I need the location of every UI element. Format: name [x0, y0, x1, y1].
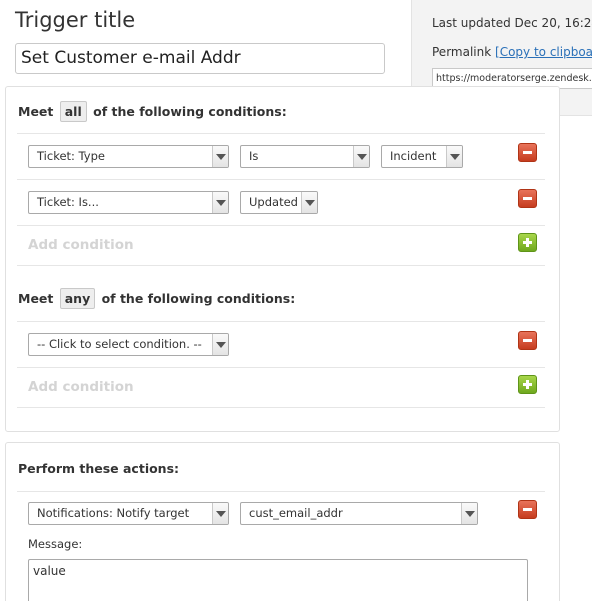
action-target-select[interactable]: cust_email_addr — [240, 502, 478, 525]
condition-operator-value: Is — [249, 149, 259, 163]
remove-condition-button[interactable] — [518, 189, 537, 208]
remove-condition-button[interactable] — [518, 331, 537, 350]
divider — [17, 133, 545, 134]
any-meet-text: Meet — [18, 291, 54, 306]
permalink-label: Permalink — [432, 45, 492, 59]
action-value: Notifications: Notify target — [37, 506, 190, 520]
all-qualifier-chip: all — [59, 101, 87, 122]
all-meet-text: Meet — [18, 104, 54, 119]
add-condition-label[interactable]: Add condition — [28, 237, 134, 253]
all-conditions-heading: Meet all of the following conditions: — [18, 101, 287, 122]
any-qualifier-chip: any — [59, 288, 96, 309]
chevron-down-icon — [212, 334, 228, 355]
message-textarea[interactable]: value — [28, 559, 528, 601]
copy-to-clipboard-link[interactable]: [Copy to clipboard] — [495, 45, 592, 59]
condition-field-select[interactable]: -- Click to select condition. -- — [28, 333, 229, 356]
condition-value-value: Incident — [390, 149, 437, 163]
remove-condition-button[interactable] — [518, 143, 537, 162]
condition-operator-select[interactable]: Updated — [240, 191, 318, 214]
chevron-down-icon — [301, 192, 317, 213]
all-suffix-text: of the following conditions: — [93, 104, 287, 119]
divider — [17, 321, 545, 322]
chevron-down-icon — [212, 146, 228, 167]
chevron-down-icon — [461, 503, 477, 524]
any-suffix-text: of the following conditions: — [101, 291, 296, 306]
condition-field-select[interactable]: Ticket: Type — [28, 145, 229, 168]
actions-heading: Perform these actions: — [18, 461, 180, 476]
action-select[interactable]: Notifications: Notify target — [28, 502, 229, 525]
condition-operator-value: Updated — [249, 195, 298, 209]
add-condition-button[interactable] — [518, 233, 537, 252]
condition-field-value: Ticket: Type — [37, 149, 105, 163]
divider — [17, 225, 545, 226]
permalink-row: Permalink [Copy to clipboard] — [432, 45, 592, 59]
divider — [17, 367, 545, 368]
condition-field-value: Ticket: Is... — [37, 195, 99, 209]
any-conditions-heading: Meet any of the following conditions: — [18, 288, 295, 309]
message-label: Message: — [28, 537, 83, 551]
trigger-title-input[interactable]: Set Customer e-mail Addr — [15, 43, 385, 74]
divider — [17, 407, 545, 408]
trigger-title-label: Trigger title — [15, 8, 136, 32]
divider — [17, 491, 545, 492]
chevron-down-icon — [212, 503, 228, 524]
condition-field-value: -- Click to select condition. -- — [37, 337, 202, 351]
chevron-down-icon — [212, 192, 228, 213]
condition-value-select[interactable]: Incident — [381, 145, 463, 168]
add-condition-label[interactable]: Add condition — [28, 379, 134, 395]
add-condition-button[interactable] — [518, 375, 537, 394]
divider — [17, 265, 545, 266]
divider — [17, 179, 545, 180]
condition-field-select[interactable]: Ticket: Is... — [28, 191, 229, 214]
last-updated-text: Last updated Dec 20, 16:24 — [432, 16, 592, 30]
remove-action-button[interactable] — [518, 500, 537, 519]
condition-operator-select[interactable]: Is — [240, 145, 370, 168]
chevron-down-icon — [353, 146, 369, 167]
chevron-down-icon — [446, 146, 462, 167]
action-target-value: cust_email_addr — [249, 506, 343, 520]
